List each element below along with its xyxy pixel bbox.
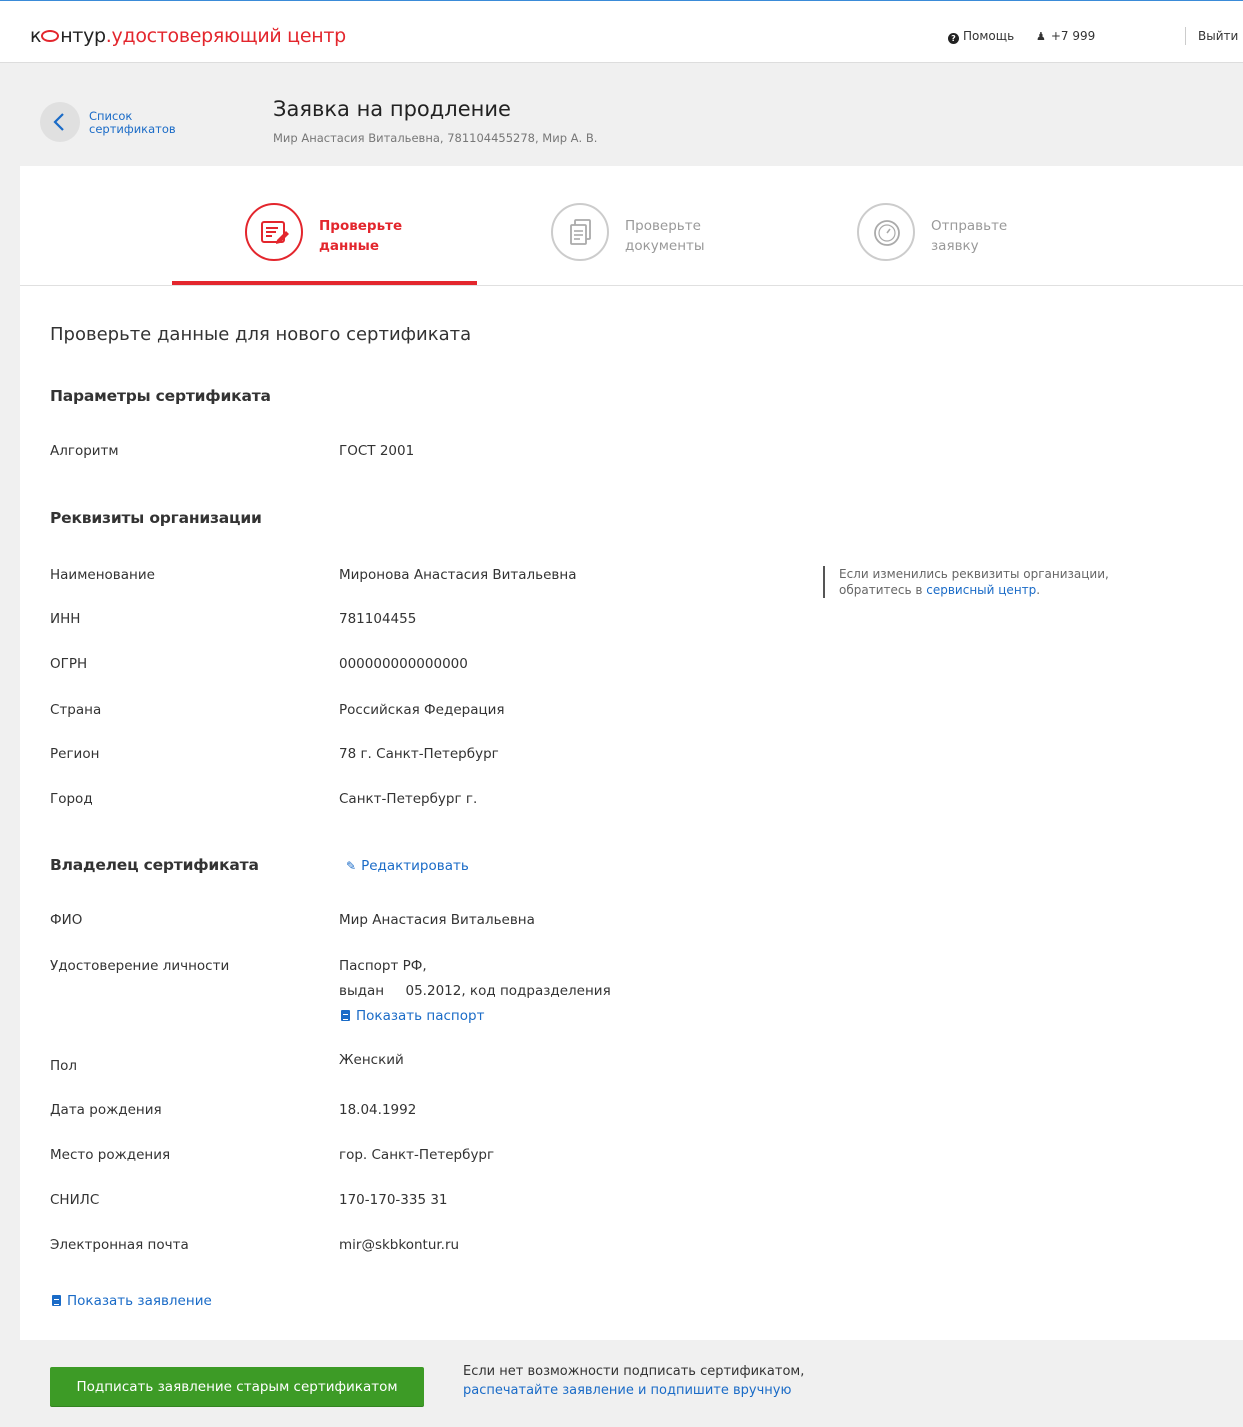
- field-label: СНИЛС: [50, 1192, 100, 1208]
- edit-owner-link[interactable]: ✎ Редактировать: [346, 858, 469, 874]
- step-circle: [551, 203, 609, 261]
- field-value: ГОСТ 2001: [339, 443, 415, 459]
- chevron-left-icon: [53, 113, 64, 131]
- field-label: Страна: [50, 702, 102, 718]
- logo[interactable]: к нтур.удостоверяющий центр: [30, 25, 346, 47]
- field-label: Электронная почта: [50, 1237, 189, 1253]
- field-value: 781104455: [339, 611, 417, 627]
- section-heading-owner: Владелец сертификата: [50, 856, 259, 874]
- stepper-divider: [20, 285, 1243, 286]
- document-icon: [341, 1010, 350, 1021]
- step-circle: [245, 203, 303, 261]
- step-label: Проверьте: [625, 218, 701, 234]
- org-change-note: Если изменились реквизиты организации, о…: [823, 566, 1143, 598]
- sign-with-old-certificate-button[interactable]: Подписать заявление старым сертификатом: [50, 1367, 424, 1407]
- field-value: гор. Санкт-Петербург: [339, 1147, 495, 1163]
- field-label: ИНН: [50, 611, 81, 627]
- help-link[interactable]: ? Помощь: [948, 29, 1014, 44]
- logo-o-icon: [41, 30, 60, 42]
- step-label: Проверьте: [319, 218, 403, 234]
- back-to-list-link[interactable]: Список сертификатов: [89, 110, 209, 136]
- field-value: 170-170-335 31: [339, 1192, 448, 1208]
- top-right-menu: ? Помощь ♟ +7 999: [948, 29, 1113, 44]
- show-passport-link[interactable]: Показать паспорт: [341, 1008, 484, 1024]
- field-value: 18.04.1992: [339, 1102, 417, 1118]
- section-heading-org: Реквизиты организации: [50, 509, 262, 527]
- field-value: выдан 05.2012, код подразделения: [339, 983, 611, 999]
- page-subtitle: Мир Анастасия Витальевна, 781104455278, …: [273, 131, 598, 145]
- field-label: Удостоверение личности: [50, 958, 230, 974]
- field-label: ОГРН: [50, 656, 88, 672]
- field-value: 000000000000000: [339, 656, 468, 672]
- print-and-sign-link[interactable]: распечатайте заявление и подпишите вручн…: [463, 1383, 791, 1398]
- top-bar: к нтур.удостоверяющий центр ? Помощь ♟ +7 9…: [0, 0, 1243, 62]
- step-circle: [857, 203, 915, 261]
- footer-hint: Если нет возможности подписать сертифика…: [463, 1364, 805, 1398]
- field-label: Алгоритм: [50, 443, 119, 459]
- active-step-indicator: [172, 281, 477, 285]
- field-label: Место рождения: [50, 1147, 171, 1163]
- step-label: Отправьте: [931, 218, 1008, 234]
- field-value: 78 г. Санкт-Петербург: [339, 746, 499, 762]
- logout-link[interactable]: Выйти: [1185, 27, 1238, 45]
- step-label: документы: [625, 238, 705, 254]
- step-label: заявку: [931, 238, 979, 254]
- content-heading: Проверьте данные для нового сертификата: [50, 324, 472, 345]
- field-label: Дата рождения: [50, 1102, 162, 1118]
- documents-icon: [570, 219, 591, 245]
- field-label: Регион: [50, 746, 100, 762]
- pencil-icon: ✎: [346, 859, 357, 873]
- document-icon: [52, 1295, 61, 1306]
- field-value: Миронова Анастасия Витальевна: [339, 567, 577, 583]
- user-phone[interactable]: ♟ +7 999: [1036, 29, 1095, 43]
- field-value: Российская Федерация: [339, 702, 505, 718]
- service-center-link[interactable]: сервисный центр: [926, 583, 1036, 597]
- field-value: Мир Анастасия Витальевна: [339, 912, 535, 928]
- help-icon: ?: [948, 33, 959, 44]
- show-application-link[interactable]: Показать заявление: [52, 1293, 212, 1309]
- section-heading-cert-params: Параметры сертификата: [50, 387, 271, 405]
- field-label: Наименование: [50, 567, 155, 583]
- page-title: Заявка на продление: [273, 97, 511, 121]
- field-label: Город: [50, 791, 93, 807]
- field-value: Женский: [339, 1052, 404, 1068]
- field-label: ФИО: [50, 912, 83, 928]
- field-value: mir@skbkontur.ru: [339, 1237, 460, 1253]
- field-value: Паспорт РФ,: [339, 958, 427, 974]
- back-button[interactable]: [40, 102, 80, 142]
- main-card: [20, 166, 1243, 1380]
- step-label: данные: [319, 238, 380, 254]
- field-value: Санкт-Петербург г.: [339, 791, 478, 807]
- field-label: Пол: [50, 1058, 78, 1074]
- form-edit-icon: [261, 221, 289, 244]
- clock-icon: [874, 220, 900, 246]
- user-icon: ♟: [1035, 30, 1046, 43]
